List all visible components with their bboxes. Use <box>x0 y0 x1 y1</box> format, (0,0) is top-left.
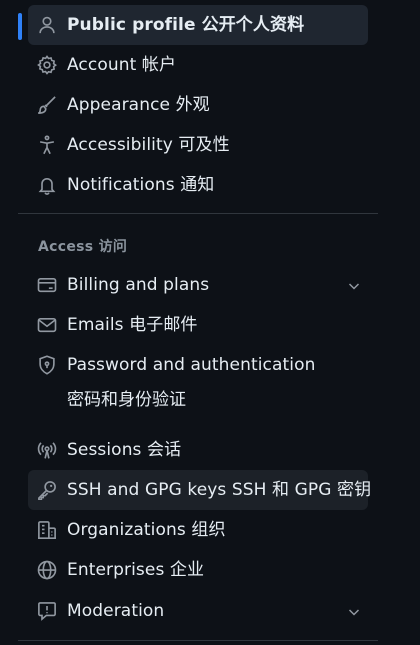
nav-item-appearance[interactable]: Appearance 外观 <box>28 85 368 125</box>
chevron-down-icon[interactable] <box>346 604 362 620</box>
settings-sidebar-nav: Public profile 公开个人资料 Account 帐户 Appeara… <box>0 0 420 645</box>
credit-card-icon <box>36 274 58 296</box>
nav-item-label-line2: 密码和身份验证 <box>67 390 186 410</box>
selected-indicator <box>18 13 22 40</box>
nav-item-label: Public profile 公开个人资料 <box>67 15 305 35</box>
nav-item-label: Appearance 外观 <box>67 95 210 115</box>
nav-item-label: SSH and GPG keys SSH 和 GPG 密钥 <box>67 480 372 500</box>
shield-lock-icon <box>36 354 58 376</box>
nav-item-enterprises[interactable]: Enterprises 企业 <box>28 550 368 590</box>
key-icon <box>36 479 58 501</box>
accessibility-icon <box>36 134 58 156</box>
paintbrush-icon <box>36 94 58 116</box>
access-section-heading: Access 访问 <box>38 239 128 255</box>
nav-item-label: Password and authentication <box>67 355 316 375</box>
globe-icon <box>36 559 58 581</box>
broadcast-icon <box>36 439 58 461</box>
section-divider <box>18 640 378 641</box>
nav-item-sessions[interactable]: Sessions 会话 <box>28 430 368 470</box>
mail-icon <box>36 314 58 336</box>
nav-item-label: Sessions 会话 <box>67 440 182 460</box>
chevron-down-icon[interactable] <box>346 278 362 294</box>
gear-icon <box>36 54 58 76</box>
nav-item-notifications[interactable]: Notifications 通知 <box>28 165 368 205</box>
section-divider <box>18 213 378 214</box>
nav-item-accessibility[interactable]: Accessibility 可及性 <box>28 125 368 165</box>
nav-item-label: Moderation <box>67 601 165 621</box>
nav-item-label: Account 帐户 <box>67 55 177 75</box>
nav-item-moderation[interactable]: Moderation <box>28 591 368 631</box>
organization-icon <box>36 519 58 541</box>
nav-item-public-profile[interactable]: Public profile 公开个人资料 <box>28 5 368 45</box>
nav-item-label: Organizations 组织 <box>67 520 226 540</box>
nav-item-label: Enterprises 企业 <box>67 560 205 580</box>
nav-item-label: Accessibility 可及性 <box>67 135 230 155</box>
nav-item-organizations[interactable]: Organizations 组织 <box>28 510 368 550</box>
nav-item-account[interactable]: Account 帐户 <box>28 45 368 85</box>
nav-item-label: Notifications 通知 <box>67 175 215 195</box>
nav-item-emails[interactable]: Emails 电子邮件 <box>28 305 368 345</box>
bell-icon <box>36 174 58 196</box>
nav-item-label: Billing and plans <box>67 275 210 295</box>
nav-item-billing-and-plans[interactable]: Billing and plans <box>28 265 368 305</box>
nav-item-label: Emails 电子邮件 <box>67 315 198 335</box>
nav-item-ssh-and-gpg-keys[interactable]: SSH and GPG keys SSH 和 GPG 密钥 <box>28 470 372 510</box>
report-icon <box>36 600 58 622</box>
person-icon <box>36 14 58 36</box>
nav-item-password-and-authentication[interactable]: Password and authentication 密码和身份验证 <box>28 345 368 420</box>
